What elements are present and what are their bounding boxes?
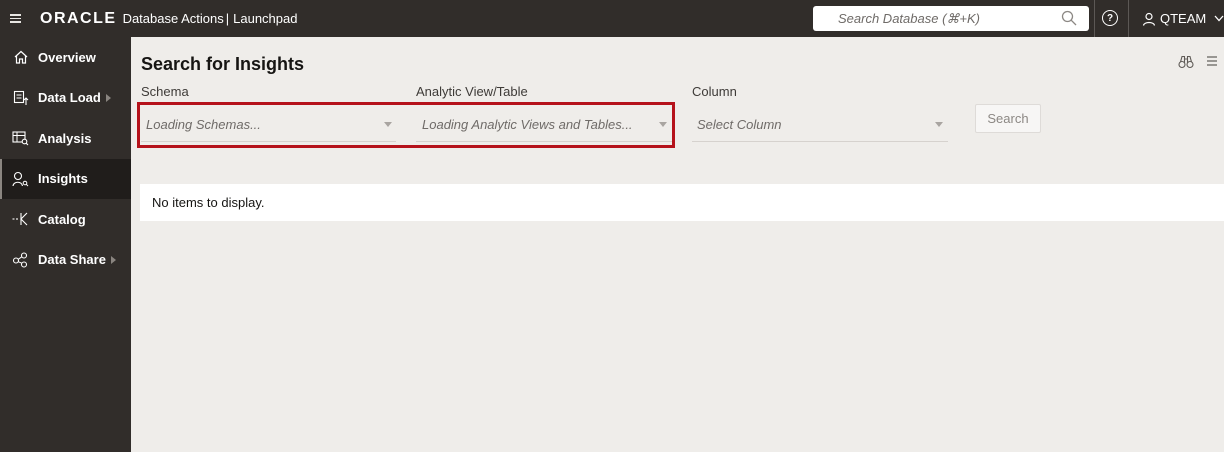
binoculars-icon[interactable]	[1178, 55, 1194, 69]
catalog-icon	[12, 211, 29, 228]
column-label: Column	[692, 84, 737, 99]
sidebar-item-data-share[interactable]: Data Share	[0, 240, 131, 281]
list-menu-icon[interactable]	[1206, 55, 1218, 67]
top-bar: ORACLE Database Actions|Launchpad ? QTEA…	[0, 0, 1224, 37]
submenu-arrow-icon	[110, 255, 116, 264]
home-icon	[12, 49, 29, 66]
app-title: Database Actions | Launchpad	[123, 11, 298, 26]
user-menu[interactable]: QTEAM	[1142, 0, 1224, 37]
data-load-icon	[12, 89, 29, 106]
sidebar-item-analysis[interactable]: Analysis	[0, 118, 131, 159]
insights-icon	[12, 170, 29, 187]
sidebar-item-label: Catalog	[38, 211, 86, 227]
results-panel: No items to display.	[140, 184, 1224, 221]
schema-label: Schema	[141, 84, 189, 99]
section-name[interactable]: Launchpad	[233, 11, 297, 26]
search-icon[interactable]	[1061, 10, 1077, 26]
database-search-input[interactable]	[813, 7, 1053, 30]
column-underline	[692, 141, 948, 142]
sidebar-item-label: Overview	[38, 49, 96, 65]
page-toolbar	[1178, 55, 1218, 69]
toolbar-divider	[1094, 0, 1095, 37]
title-separator: |	[225, 11, 230, 26]
app-name: Database Actions	[122, 11, 224, 26]
empty-message: No items to display.	[152, 195, 265, 210]
sidebar-item-label: Analysis	[38, 130, 92, 146]
highlight-box	[137, 102, 675, 148]
chevron-down-icon	[1214, 15, 1224, 22]
sidebar-item-label: Insights	[38, 171, 88, 187]
data-share-icon	[12, 251, 29, 268]
user-name: QTEAM	[1160, 11, 1207, 26]
analytic-view-label: Analytic View/Table	[416, 84, 528, 99]
oracle-logo: ORACLE	[40, 9, 117, 27]
column-select-value: Select Column	[697, 116, 782, 132]
hamburger-menu-icon[interactable]	[10, 0, 28, 37]
database-search	[813, 6, 1089, 31]
sidebar-item-insights[interactable]: Insights	[0, 158, 131, 199]
toolbar-divider	[1128, 0, 1129, 37]
sidebar-item-overview[interactable]: Overview	[0, 37, 131, 78]
page-title: Search for Insights	[141, 54, 305, 74]
column-select[interactable]: Select Column	[697, 109, 943, 139]
caret-down-icon	[935, 122, 943, 127]
user-icon	[1142, 12, 1156, 26]
sidebar-item-data-load[interactable]: Data Load	[0, 78, 131, 119]
sidebar: Overview Data Load Analysis Insights Cat…	[0, 37, 131, 452]
analysis-icon	[12, 130, 29, 147]
main-content: Search for Insights Schema Analytic View…	[131, 37, 1224, 452]
search-button[interactable]: Search	[975, 104, 1041, 133]
help-icon[interactable]: ?	[1102, 10, 1118, 26]
sidebar-item-label: Data Share	[38, 252, 106, 268]
sidebar-item-label: Data Load	[38, 90, 101, 106]
sidebar-item-catalog[interactable]: Catalog	[0, 199, 131, 240]
submenu-arrow-icon	[105, 93, 111, 102]
